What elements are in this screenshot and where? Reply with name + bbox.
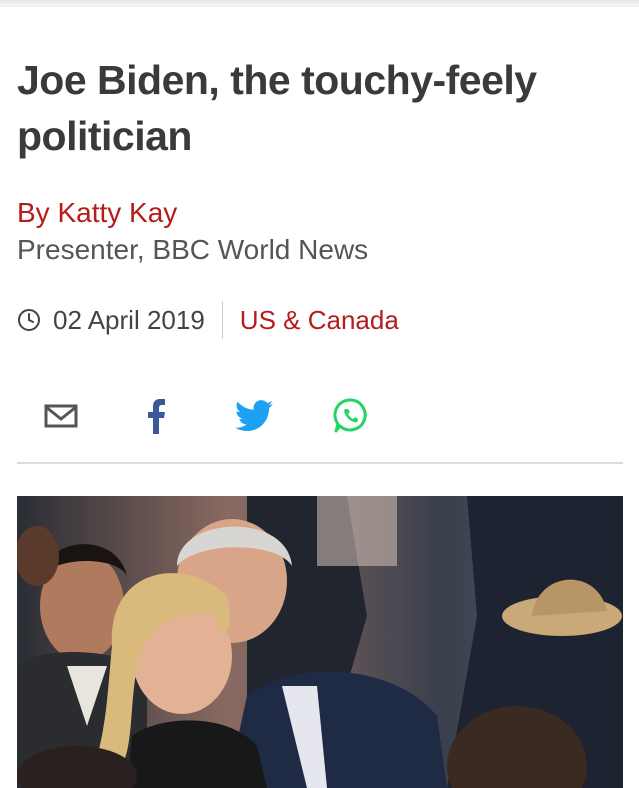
share-bar <box>17 392 623 440</box>
top-bar <box>0 0 639 7</box>
share-twitter-button[interactable] <box>230 392 278 440</box>
article-photo[interactable] <box>17 496 623 788</box>
byline-author[interactable]: By Katty Kay <box>17 196 177 230</box>
twitter-icon <box>235 400 273 432</box>
byline-role: Presenter, BBC World News <box>17 234 369 265</box>
article-date: 02 April 2019 <box>53 304 205 335</box>
whatsapp-icon <box>333 398 367 433</box>
share-whatsapp-button[interactable] <box>327 392 375 440</box>
meta-separator <box>221 301 223 339</box>
share-facebook-button[interactable] <box>132 392 180 440</box>
article-headline: Joe Biden, the touchy-feely politician <box>17 57 537 159</box>
facebook-icon <box>148 399 165 434</box>
article-meta: 02 April 2019 US & Canada <box>17 300 399 340</box>
email-icon <box>44 404 78 428</box>
share-email-button[interactable] <box>37 392 85 440</box>
section-link[interactable]: US & Canada <box>240 305 399 336</box>
photo-illustration <box>17 496 623 788</box>
clock-icon <box>18 309 40 331</box>
share-divider <box>17 462 623 464</box>
